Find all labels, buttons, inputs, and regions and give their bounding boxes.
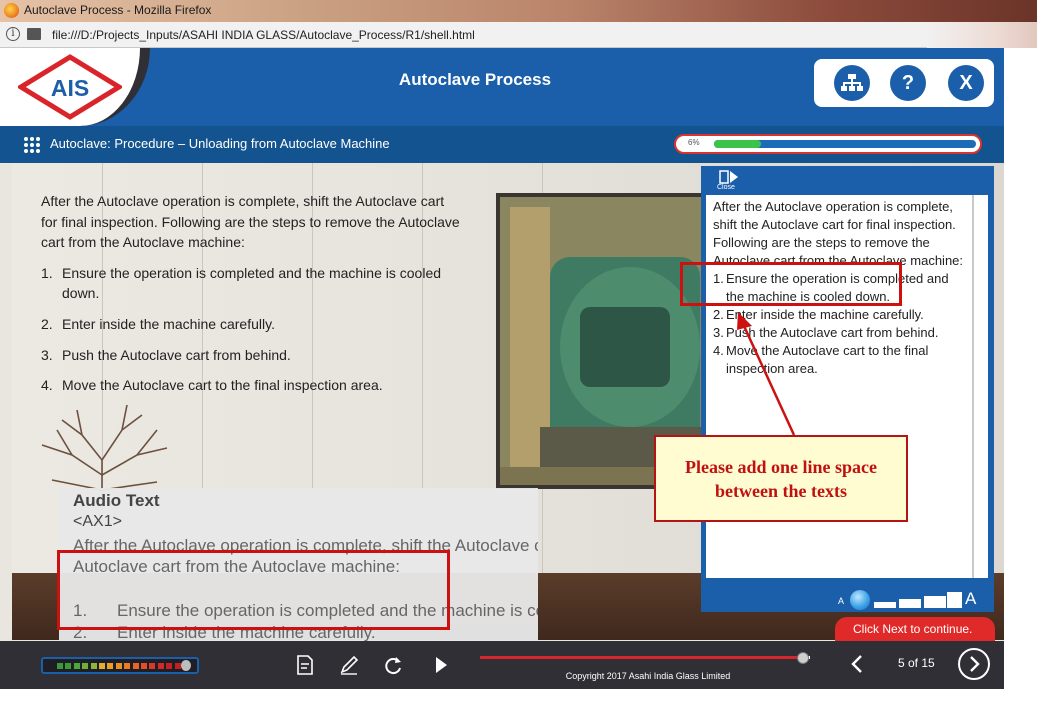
step-text: Push the Autoclave cart from behind. — [726, 325, 939, 340]
list-item: 4. Move the Autoclave cart to the final i… — [41, 375, 461, 396]
course-progress: 6% — [674, 134, 982, 154]
volume-segment — [149, 663, 156, 669]
volume-handle[interactable] — [181, 660, 191, 671]
slide-body-text: After the Autoclave operation is complet… — [41, 191, 461, 406]
list-item: 2. Enter inside the machine carefully. — [41, 314, 461, 335]
volume-segment — [115, 663, 122, 669]
audio-code: <AX1> — [73, 513, 122, 530]
progress-percent: 6% — [688, 138, 700, 147]
list-item: 2. Enter inside the machine carefully. — [713, 306, 968, 324]
audio-heading: Audio Text — [73, 491, 160, 510]
volume-segment — [132, 663, 139, 669]
progress-fill — [714, 140, 762, 148]
previous-button[interactable] — [848, 651, 866, 677]
page-icon — [27, 28, 41, 40]
font-size-step[interactable] — [924, 596, 946, 608]
help-button[interactable]: ? — [890, 65, 926, 101]
transcript-scrollbar[interactable] — [972, 195, 974, 578]
step-number: 2. — [41, 315, 53, 332]
window-title: Autoclave Process - Mozilla Firefox — [24, 3, 212, 17]
step-number: 3. — [713, 325, 724, 340]
chevron-right-icon — [970, 656, 980, 672]
ais-logo-icon: AIS — [18, 54, 122, 120]
seek-bar[interactable] — [480, 652, 810, 664]
step-text: Enter inside the machine carefully. — [62, 315, 275, 332]
transcript-intro: After the Autoclave operation is complet… — [713, 199, 964, 268]
step-text: Ensure the operation is completed and th… — [62, 264, 442, 302]
player-controls: Copyright 2017 Asahi India Glass Limited… — [0, 641, 1004, 689]
volume-segment — [141, 663, 147, 669]
volume-segment — [65, 663, 72, 669]
header-buttons: ? X — [814, 59, 994, 107]
step-number: 4. — [713, 343, 724, 358]
volume-segment — [166, 663, 173, 669]
svg-text:AIS: AIS — [51, 75, 89, 101]
seek-progress — [480, 656, 804, 659]
volume-segment — [107, 663, 114, 669]
chevron-left-icon — [851, 655, 862, 673]
volume-segment — [174, 663, 181, 669]
url-text[interactable]: file:///D:/Projects_Inputs/ASAHI INDIA G… — [52, 28, 475, 42]
course-header: AIS Autoclave Process ? X — [0, 48, 1004, 126]
font-size-step[interactable] — [874, 602, 896, 608]
menu-grid-icon[interactable] — [24, 137, 42, 153]
step-number: 4. — [41, 377, 53, 394]
next-button[interactable] — [958, 648, 990, 680]
list-item: 1. Ensure the operation is completed and … — [41, 263, 461, 304]
volume-segment — [73, 663, 80, 669]
volume-segment — [57, 663, 63, 669]
intro-paragraph: After the Autoclave operation is complet… — [41, 193, 460, 251]
next-tip: Click Next to continue. — [835, 617, 995, 641]
annotation-callout: Please add one line space between the te… — [654, 435, 908, 522]
course-title: Autoclave Process — [398, 70, 552, 89]
close-panel-icon[interactable] — [719, 170, 739, 184]
toolbar-decoration — [927, 22, 1037, 48]
firefox-icon — [4, 3, 19, 18]
step-number: 3. — [41, 346, 53, 363]
info-icon[interactable]: i — [6, 27, 20, 41]
steps-list: 1. Ensure the operation is completed and … — [41, 263, 461, 396]
step-number: 2. — [713, 307, 724, 322]
step-text: Push the Autoclave cart from behind. — [62, 346, 291, 363]
step-text: Move the Autoclave cart to the final ins… — [62, 377, 383, 394]
step-text: Move the Autoclave cart to the final ins… — [726, 343, 929, 376]
seek-handle[interactable] — [797, 652, 810, 664]
font-size-step[interactable] — [899, 599, 921, 608]
step-number: 1. — [41, 264, 53, 281]
list-item: 3. Push the Autoclave cart from behind. — [41, 345, 461, 366]
browser-urlbar[interactable]: i file:///D:/Projects_Inputs/ASAHI INDIA… — [0, 22, 1037, 48]
list-item: 3. Push the Autoclave cart from behind. — [713, 324, 968, 342]
copyright: Copyright 2017 Asahi India Glass Limited — [565, 671, 731, 681]
logo-area: AIS — [0, 48, 150, 126]
step-text: Enter inside the machine carefully. — [726, 307, 924, 322]
font-size-knob[interactable] — [850, 590, 870, 610]
volume-segment — [99, 663, 105, 669]
font-size-step[interactable] — [947, 592, 962, 608]
annotation-box — [57, 550, 450, 630]
topic-bar: Autoclave: Procedure – Unloading from Au… — [0, 126, 1004, 163]
annotation-box — [680, 262, 902, 306]
sitemap-icon — [841, 74, 863, 91]
close-panel-label[interactable]: Close — [717, 184, 735, 191]
page-counter: 5 of 15 — [898, 656, 935, 670]
topic-title: Autoclave: Procedure – Unloading from Au… — [50, 136, 390, 151]
volume-segment — [124, 663, 131, 669]
volume-segment — [90, 663, 97, 669]
sitemap-button[interactable] — [834, 65, 870, 101]
list-item: 4. Move the Autoclave cart to the final i… — [713, 342, 968, 378]
close-course-button[interactable]: X — [948, 65, 984, 101]
font-large-label: A — [965, 589, 977, 608]
volume-segment — [82, 663, 89, 669]
font-small-label: A — [838, 596, 845, 606]
browser-titlebar: Autoclave Process - Mozilla Firefox — [0, 0, 1037, 22]
volume-segment — [157, 663, 164, 669]
font-size-control[interactable]: A A — [838, 589, 983, 612]
